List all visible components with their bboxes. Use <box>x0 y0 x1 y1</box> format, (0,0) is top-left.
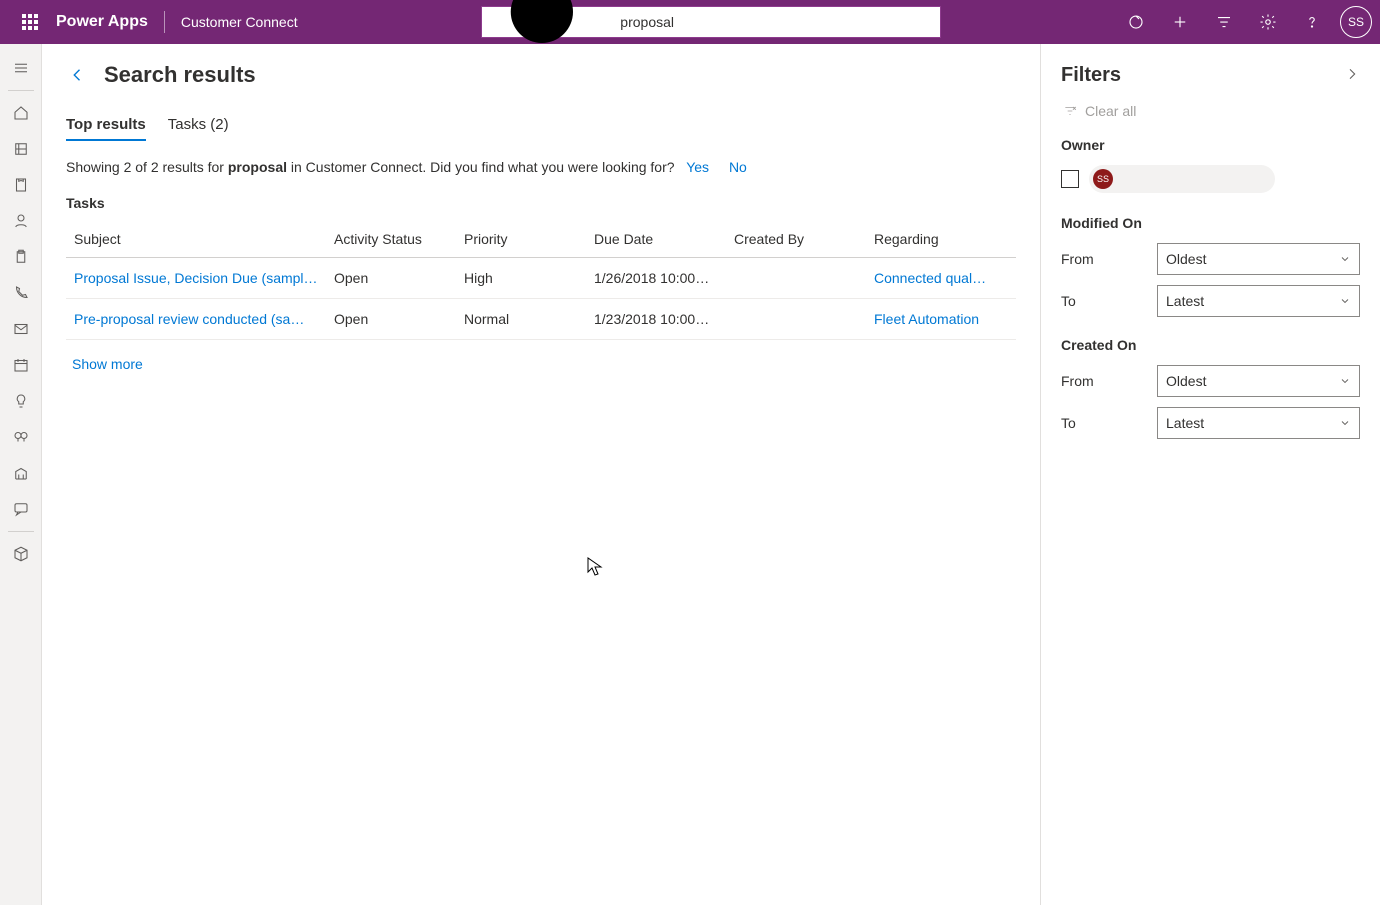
regarding-link[interactable]: Fleet Automation <box>874 311 979 327</box>
cell-status: Open <box>326 299 456 340</box>
header-divider <box>164 11 165 33</box>
cell-priority: Normal <box>456 299 586 340</box>
chevron-down-icon <box>1339 375 1351 387</box>
tasks-section-title: Tasks <box>66 195 1016 211</box>
global-search[interactable] <box>481 6 941 38</box>
nav-phone[interactable] <box>0 275 42 311</box>
nav-idea[interactable] <box>0 383 42 419</box>
col-subject[interactable]: Subject <box>66 221 326 258</box>
modified-from-value: Oldest <box>1166 251 1206 267</box>
created-from-value: Oldest <box>1166 373 1206 389</box>
owner-label: Owner <box>1061 137 1360 153</box>
result-tabs: Top results Tasks (2) <box>66 110 1016 141</box>
nav-chat[interactable] <box>0 491 42 527</box>
regarding-link[interactable]: Connected qual… <box>874 270 986 286</box>
nav-recent[interactable] <box>0 167 42 203</box>
modified-on-label: Modified On <box>1061 215 1360 231</box>
cell-due: 1/26/2018 10:00… <box>586 258 726 299</box>
feedback-yes-link[interactable]: Yes <box>686 159 709 175</box>
nav-home[interactable] <box>0 95 42 131</box>
cell-created-by <box>726 258 866 299</box>
modified-to-select[interactable]: Latest <box>1157 285 1360 317</box>
nav-search[interactable] <box>0 419 42 455</box>
modified-to-label: To <box>1061 293 1145 309</box>
created-to-value: Latest <box>1166 415 1204 431</box>
show-more-link[interactable]: Show more <box>66 352 149 376</box>
owner-filter-row: SS <box>1061 165 1360 193</box>
chevron-down-icon <box>1339 417 1351 429</box>
results-table: Subject Activity Status Priority Due Dat… <box>66 221 1016 340</box>
back-button[interactable] <box>66 63 90 87</box>
table-row[interactable]: Pre-proposal review conducted (sa… Open … <box>66 299 1016 340</box>
col-regarding[interactable]: Regarding <box>866 221 1016 258</box>
cell-created-by <box>726 299 866 340</box>
settings-button[interactable] <box>1246 0 1290 44</box>
col-created-by[interactable]: Created By <box>726 221 866 258</box>
owner-checkbox[interactable] <box>1061 170 1079 188</box>
feedback-no-link[interactable]: No <box>729 159 747 175</box>
chevron-down-icon <box>1339 295 1351 307</box>
filter-button[interactable] <box>1202 0 1246 44</box>
filters-title: Filters <box>1061 64 1121 87</box>
summary-term: proposal <box>228 159 287 175</box>
modified-from-select[interactable]: Oldest <box>1157 243 1360 275</box>
search-input[interactable] <box>614 14 807 30</box>
nav-contacts[interactable] <box>0 203 42 239</box>
result-summary: Showing 2 of 2 results for proposal in C… <box>66 159 1016 175</box>
modified-to-value: Latest <box>1166 293 1204 309</box>
collapse-filters-button[interactable] <box>1344 66 1360 85</box>
clear-all-filters[interactable]: Clear all <box>1063 103 1360 119</box>
tab-tasks[interactable]: Tasks (2) <box>168 110 229 141</box>
subject-link[interactable]: Proposal Issue, Decision Due (sampl… <box>74 270 318 286</box>
cell-status: Open <box>326 258 456 299</box>
nav-products[interactable] <box>0 536 42 572</box>
page-title: Search results <box>104 62 256 88</box>
left-nav-rail <box>0 44 42 905</box>
user-avatar[interactable]: SS <box>1340 6 1372 38</box>
created-to-select[interactable]: Latest <box>1157 407 1360 439</box>
nav-hamburger[interactable] <box>0 50 42 86</box>
summary-prefix: Showing 2 of 2 results for <box>66 159 228 175</box>
cell-due: 1/23/2018 10:00… <box>586 299 726 340</box>
col-due-date[interactable]: Due Date <box>586 221 726 258</box>
summary-suffix: in Customer Connect. Did you find what y… <box>287 159 675 175</box>
app-header: Power Apps Customer Connect SS <box>0 0 1380 44</box>
created-to-label: To <box>1061 415 1145 431</box>
table-row[interactable]: Proposal Issue, Decision Due (sampl… Ope… <box>66 258 1016 299</box>
nav-org[interactable] <box>0 455 42 491</box>
main-content: Search results Top results Tasks (2) Sho… <box>42 44 1040 905</box>
modified-from-label: From <box>1061 251 1145 267</box>
col-priority[interactable]: Priority <box>456 221 586 258</box>
created-from-label: From <box>1061 373 1145 389</box>
chevron-down-icon <box>1339 253 1351 265</box>
help-button[interactable] <box>1290 0 1334 44</box>
subject-link[interactable]: Pre-proposal review conducted (sa… <box>74 311 304 327</box>
owner-pill[interactable]: SS <box>1089 165 1275 193</box>
created-on-label: Created On <box>1061 337 1360 353</box>
nav-pinned[interactable] <box>0 131 42 167</box>
brand-name: Power Apps <box>52 13 158 31</box>
owner-badge: SS <box>1093 169 1113 189</box>
add-button[interactable] <box>1158 0 1202 44</box>
nav-mail[interactable] <box>0 311 42 347</box>
assistant-button[interactable] <box>1114 0 1158 44</box>
nav-clipboard[interactable] <box>0 239 42 275</box>
filters-panel: Filters Clear all Owner SS Modified On F… <box>1040 44 1380 905</box>
cell-priority: High <box>456 258 586 299</box>
app-launcher-button[interactable] <box>8 0 52 44</box>
tab-top-results[interactable]: Top results <box>66 110 146 141</box>
clear-filters-icon <box>1063 104 1077 118</box>
created-from-select[interactable]: Oldest <box>1157 365 1360 397</box>
col-activity-status[interactable]: Activity Status <box>326 221 456 258</box>
nav-calendar[interactable] <box>0 347 42 383</box>
app-name[interactable]: Customer Connect <box>171 14 308 30</box>
clear-all-label: Clear all <box>1085 103 1136 119</box>
waffle-icon <box>22 14 38 30</box>
